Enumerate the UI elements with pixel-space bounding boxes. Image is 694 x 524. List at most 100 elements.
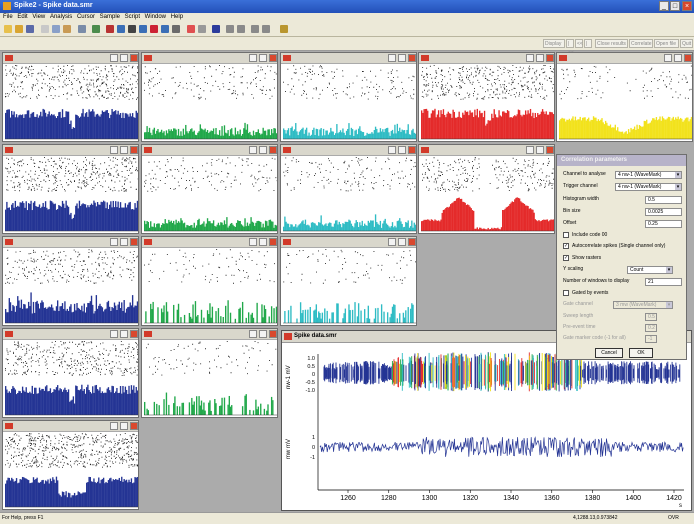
corr-window-3-2[interactable] (141, 236, 278, 326)
restore-icon[interactable] (398, 54, 406, 62)
close-results-button[interactable]: Close results (595, 39, 628, 48)
close-icon[interactable] (130, 422, 138, 430)
display-button[interactable]: Display (543, 39, 565, 48)
tool-icon-1[interactable] (226, 25, 234, 33)
close-icon[interactable] (546, 146, 554, 154)
close-icon[interactable] (130, 146, 138, 154)
tool-icon-3[interactable] (251, 25, 259, 33)
menu-analysis[interactable]: Analysis (50, 13, 72, 22)
restore-icon[interactable] (120, 54, 128, 62)
menu-file[interactable]: File (3, 13, 13, 22)
corr-window-3-3[interactable] (280, 236, 417, 326)
wave-icon[interactable] (139, 25, 147, 33)
menu-cursor[interactable]: Cursor (77, 13, 95, 22)
restore-icon[interactable] (398, 146, 406, 154)
menu-help[interactable]: Help (171, 13, 183, 22)
menu-sample[interactable]: Sample (100, 13, 120, 22)
new-file-icon[interactable] (4, 25, 12, 33)
ok-button[interactable]: OK (629, 348, 653, 358)
minimize-icon[interactable] (110, 330, 118, 338)
channel-select[interactable]: 4 nw-1 (WaveMark) (615, 171, 682, 179)
minimize-icon[interactable] (388, 54, 396, 62)
corr-window-2-2[interactable] (141, 144, 278, 234)
copy-icon[interactable] (52, 25, 60, 33)
menu-window[interactable]: Window (145, 13, 166, 22)
prev-button[interactable]: << (575, 39, 583, 48)
close-icon[interactable] (546, 54, 554, 62)
close-icon[interactable] (269, 330, 277, 338)
chart-icon[interactable] (187, 25, 195, 33)
gated-checkbox[interactable] (563, 290, 569, 296)
corr-window-3-1[interactable] (2, 236, 139, 326)
minimize-icon[interactable] (526, 54, 534, 62)
first-button[interactable]: |<< (566, 39, 574, 56)
restore-icon[interactable] (398, 238, 406, 246)
close-icon[interactable] (684, 54, 692, 62)
save-icon[interactable] (26, 25, 34, 33)
sample-config-icon[interactable] (92, 25, 100, 33)
open-folder-icon[interactable] (15, 25, 23, 33)
trigger-select[interactable]: 4 nw-1 (WaveMark) (615, 183, 682, 191)
maximize-button[interactable]: □ (670, 1, 680, 11)
cut-icon[interactable] (41, 25, 49, 33)
close-icon[interactable] (130, 238, 138, 246)
minimize-button[interactable]: _ (659, 1, 669, 11)
restore-icon[interactable] (120, 330, 128, 338)
hist-width-field[interactable]: 0.5 (645, 196, 682, 204)
offset-field[interactable]: 0.25 (645, 220, 682, 228)
minimize-icon[interactable] (249, 54, 257, 62)
corr-window-2-1[interactable] (2, 144, 139, 234)
minimize-icon[interactable] (110, 238, 118, 246)
corr-window-4-1[interactable] (2, 328, 139, 418)
minimize-icon[interactable] (249, 238, 257, 246)
font-icon[interactable] (212, 25, 220, 33)
quit-button[interactable]: Quit (680, 39, 693, 48)
gate-channel-select[interactable]: 3 mw (WaveMark) (613, 301, 673, 309)
pre-event-field[interactable]: 0.2 (645, 324, 657, 332)
minimize-icon[interactable] (110, 54, 118, 62)
trace-icon[interactable] (161, 25, 169, 33)
minimize-icon[interactable] (249, 330, 257, 338)
num-windows-field[interactable]: 21 (645, 278, 682, 286)
menu-edit[interactable]: Edit (17, 13, 27, 22)
corr-window-5-1[interactable] (2, 420, 139, 510)
corr-window-4-2[interactable] (141, 328, 278, 418)
restore-icon[interactable] (259, 238, 267, 246)
cancel-button[interactable]: Cancel (595, 348, 623, 358)
corr-window-2-3[interactable] (280, 144, 417, 234)
close-icon[interactable] (408, 146, 416, 154)
restore-icon[interactable] (259, 330, 267, 338)
close-icon[interactable] (269, 146, 277, 154)
show-rasters-checkbox[interactable]: ✓ (563, 255, 569, 261)
gate-marker-field[interactable]: -1 (645, 335, 657, 343)
corr-window-1-3[interactable] (280, 52, 417, 142)
cursor-icon[interactable] (150, 25, 158, 33)
minimize-icon[interactable] (664, 54, 672, 62)
restore-icon[interactable] (120, 146, 128, 154)
data-traces[interactable]: 1.00.50-0.5-1.010-11260 1280 1300 1320 1340 1… (282, 342, 691, 510)
restore-icon[interactable] (120, 238, 128, 246)
minimize-icon[interactable] (388, 146, 396, 154)
menu-view[interactable]: View (32, 13, 45, 22)
help-icon[interactable] (280, 25, 288, 33)
corr-window-1-4[interactable] (418, 52, 555, 142)
restore-icon[interactable] (259, 146, 267, 154)
sweep-length-field[interactable]: 0.5 (645, 313, 657, 321)
restore-icon[interactable] (120, 422, 128, 430)
corr-window-1-2[interactable] (141, 52, 278, 142)
restore-icon[interactable] (674, 54, 682, 62)
close-icon[interactable] (408, 238, 416, 246)
paste-icon[interactable] (63, 25, 71, 33)
spike-shape-icon[interactable] (128, 25, 136, 33)
include-code00-checkbox[interactable] (563, 232, 569, 238)
waveform-icon[interactable] (117, 25, 125, 33)
bin-size-field[interactable]: 0.0025 (645, 208, 682, 216)
close-icon[interactable] (130, 330, 138, 338)
tool-icon-4[interactable] (262, 25, 270, 33)
restore-icon[interactable] (259, 54, 267, 62)
restore-icon[interactable] (536, 146, 544, 154)
y-scaling-select[interactable]: Count (627, 266, 673, 274)
restore-icon[interactable] (536, 54, 544, 62)
histogram-icon[interactable] (172, 25, 180, 33)
close-icon[interactable] (269, 54, 277, 62)
